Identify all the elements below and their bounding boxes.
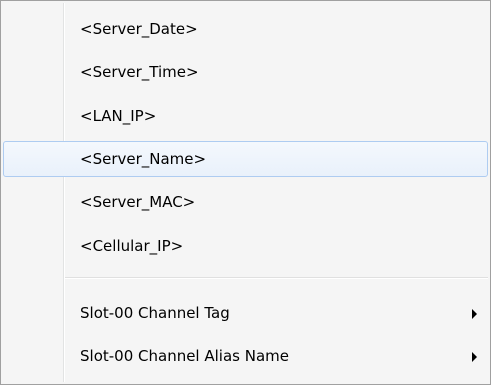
menu-item-server-date[interactable]: <Server_Date> bbox=[3, 11, 488, 47]
menu-item-label: <Cellular_IP> bbox=[80, 237, 184, 255]
submenu-arrow-icon bbox=[472, 309, 477, 319]
menu-item-server-mac[interactable]: <Server_MAC> bbox=[3, 184, 488, 220]
submenu-arrow-icon bbox=[472, 352, 477, 362]
context-menu: <Server_Date> <Server_Time> <LAN_IP> <Se… bbox=[0, 0, 491, 385]
menu-item-cellular-ip[interactable]: <Cellular_IP> bbox=[3, 228, 488, 264]
menu-item-lan-ip[interactable]: <LAN_IP> bbox=[3, 98, 488, 134]
menu-item-label: Slot-00 Channel Tag bbox=[80, 304, 230, 322]
menu-item-slot-channel-alias-name[interactable]: Slot-00 Channel Alias Name bbox=[3, 338, 488, 374]
menu-item-label: <LAN_IP> bbox=[80, 107, 157, 125]
menu-item-label: <Server_Name> bbox=[80, 150, 207, 168]
menu-item-server-name[interactable]: <Server_Name> bbox=[3, 141, 488, 177]
menu-item-label: Slot-00 Channel Alias Name bbox=[80, 347, 289, 365]
menu-item-label: <Server_Time> bbox=[80, 63, 199, 81]
menu-item-label: <Server_MAC> bbox=[80, 193, 196, 211]
menu-item-server-time[interactable]: <Server_Time> bbox=[3, 54, 488, 90]
menu-item-label: <Server_Date> bbox=[80, 20, 198, 38]
menu-separator-highlight bbox=[65, 278, 488, 279]
menu-item-slot-channel-tag[interactable]: Slot-00 Channel Tag bbox=[3, 295, 488, 331]
